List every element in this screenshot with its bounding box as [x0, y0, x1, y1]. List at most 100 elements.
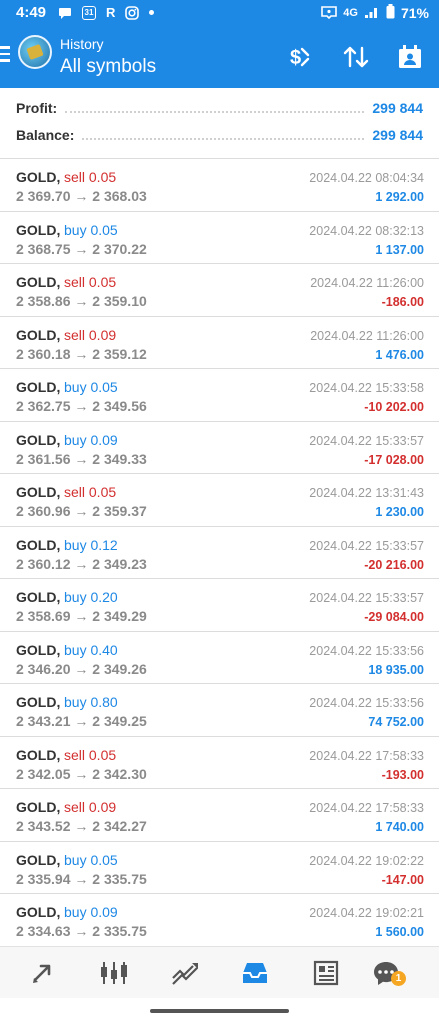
header-title[interactable]: All symbols [60, 56, 156, 78]
instagram-icon [125, 5, 140, 20]
notification-dot-icon [149, 10, 155, 15]
gesture-bar[interactable] [150, 1009, 289, 1013]
trade-prices: 2 346.20 → 2 349.26 [16, 660, 147, 677]
trade-side: buy 0.05 [64, 221, 118, 238]
trade-side: buy 0.40 [64, 641, 118, 658]
trade-side: sell 0.09 [64, 799, 117, 815]
trade-time: 2024.04.22 19:02:22 [309, 853, 424, 868]
profit-label: Profit: [16, 100, 58, 116]
profit-row: Profit: 299 844 [16, 97, 423, 119]
news-icon[interactable] [311, 959, 341, 987]
trade-time: 2024.04.22 08:32:13 [309, 223, 424, 238]
history-summary: Profit: 299 844 Balance: 299 844 [0, 88, 439, 158]
trade-profit: -20 216.00 [364, 557, 424, 572]
sort-icon[interactable] [342, 43, 370, 71]
trade-side: sell 0.05 [64, 274, 117, 290]
trade-row[interactable]: GOLD, buy 0.20 2 358.69 → 2 349.29 2024.04.… [0, 578, 439, 631]
chart-icon[interactable] [99, 959, 129, 987]
balance-value: 299 844 [372, 127, 423, 143]
trade-prices: 2 343.21 → 2 349.25 [16, 713, 147, 729]
trade-symbol: GOLD, [16, 169, 61, 185]
trade-time: 2024.04.22 08:04:34 [309, 171, 424, 185]
trade-prices: 2 361.56 → 2 349.33 [16, 450, 147, 467]
trade-prices: 2 368.75 → 2 370.22 [16, 240, 147, 257]
trade-row[interactable]: GOLD, sell 0.05 2 369.70 → 2 368.03 2024.04… [0, 158, 439, 211]
trade-row[interactable]: GOLD, buy 0.09 2 334.63 → 2 335.75 2024.04.… [0, 893, 439, 946]
trade-profit: -10 202.00 [364, 400, 424, 414]
trade-row[interactable]: GOLD, buy 0.05 2 368.75 → 2 370.22 2024.04.… [0, 210, 439, 264]
r-app-icon: R [106, 5, 116, 20]
header-subtitle: History [60, 36, 104, 52]
app-header: History All symbols $ [0, 26, 439, 88]
signal-icon [364, 5, 380, 22]
quotes-icon[interactable] [28, 959, 58, 987]
trade-time: 2024.04.22 19:02:21 [309, 906, 424, 920]
trade-side: buy 0.05 [64, 379, 118, 395]
trade-side: sell 0.05 [64, 484, 117, 500]
calendar-period-icon[interactable] [396, 43, 424, 71]
trade-symbol: GOLD, [16, 221, 61, 238]
profit-value: 299 844 [372, 100, 423, 116]
balance-row: Balance: 299 844 [16, 124, 423, 146]
trade-profit: -147.00 [381, 872, 424, 887]
trade-row[interactable]: GOLD, sell 0.05 2 342.05 → 2 342.30 2024.04… [0, 735, 439, 789]
menu-icon[interactable] [0, 46, 10, 62]
trade-side: sell 0.09 [64, 326, 117, 343]
trade-row[interactable]: GOLD, buy 0.40 2 346.20 → 2 349.26 2024.04.… [0, 630, 439, 684]
trade-prices: 2 343.52 → 2 342.27 [16, 818, 147, 834]
trade-profit: -17 028.00 [364, 452, 424, 467]
trade-row[interactable]: GOLD, buy 0.12 2 360.12 → 2 349.23 2024.04.… [0, 525, 439, 579]
trade-profit: -29 084.00 [364, 610, 424, 624]
trade-history-list: GOLD, sell 0.05 2 369.70 → 2 368.03 2024.04… [0, 158, 439, 946]
balance-label: Balance: [16, 127, 75, 143]
trade-prices: 2 369.70 → 2 368.03 [16, 188, 147, 204]
status-bar: 4:49 31 R 4G 71% [0, 0, 439, 26]
trade-symbol: GOLD, [16, 589, 61, 605]
chat-icon[interactable]: 1 [371, 959, 406, 987]
battery-icon [386, 4, 395, 22]
trade-prices: 2 358.69 → 2 349.29 [16, 608, 147, 624]
trade-prices: 2 335.94 → 2 335.75 [16, 870, 147, 887]
trade-symbol: GOLD, [16, 431, 61, 448]
trade-side: sell 0.05 [64, 746, 117, 763]
trade-symbol: GOLD, [16, 799, 61, 815]
chat-bubble-icon [58, 6, 72, 20]
trade-side: buy 0.20 [64, 589, 118, 605]
trade-profit: 1 230.00 [375, 505, 424, 519]
trade-symbol: GOLD, [16, 274, 61, 290]
trade-symbol: GOLD, [16, 379, 61, 395]
trade-row[interactable]: GOLD, sell 0.09 2 360.18 → 2 359.12 2024.04… [0, 315, 439, 369]
trade-profit: 1 292.00 [375, 190, 424, 204]
trade-prices: 2 362.75 → 2 349.56 [16, 398, 147, 414]
trade-time: 2024.04.22 15:33:57 [309, 591, 424, 605]
trade-row[interactable]: GOLD, sell 0.05 2 358.86 → 2 359.10 2024.04… [0, 263, 439, 316]
trade-time: 2024.04.22 17:58:33 [309, 748, 424, 763]
hotspot-icon [321, 5, 338, 22]
bottom-navigation: 1 [0, 946, 439, 998]
trade-profit: 1 137.00 [375, 242, 424, 257]
trade-time: 2024.04.22 15:33:57 [309, 538, 424, 553]
trade-prices: 2 342.05 → 2 342.30 [16, 765, 147, 782]
trade-profit: 74 752.00 [368, 715, 424, 729]
status-time: 4:49 [16, 4, 47, 21]
trade-row[interactable]: GOLD, buy 0.05 2 362.75 → 2 349.56 2024.04.… [0, 368, 439, 421]
dollar-filter-icon[interactable]: $ [286, 43, 314, 71]
battery-percent: 71% [400, 5, 429, 21]
trade-row[interactable]: GOLD, buy 0.05 2 335.94 → 2 335.75 2024.04.… [0, 840, 439, 894]
trade-symbol: GOLD, [16, 904, 61, 920]
svg-text:$: $ [290, 47, 301, 69]
trade-icon[interactable] [170, 959, 200, 987]
trade-row[interactable]: GOLD, buy 0.09 2 361.56 → 2 349.33 2024.04.… [0, 420, 439, 474]
trade-symbol: GOLD, [16, 851, 61, 868]
trade-row[interactable]: GOLD, sell 0.05 2 360.96 → 2 359.37 2024.04… [0, 473, 439, 526]
trade-row[interactable]: GOLD, buy 0.80 2 343.21 → 2 349.25 2024.04.… [0, 683, 439, 736]
trade-profit: -186.00 [381, 295, 424, 309]
calendar-icon: 31 [82, 5, 96, 20]
trade-prices: 2 360.96 → 2 359.37 [16, 503, 147, 519]
history-icon[interactable] [240, 959, 270, 987]
trade-time: 2024.04.22 15:33:56 [309, 643, 424, 658]
trade-side: buy 0.09 [64, 431, 118, 448]
trade-row[interactable]: GOLD, sell 0.09 2 343.52 → 2 342.27 2024.04… [0, 788, 439, 841]
trade-side: sell 0.05 [64, 169, 117, 185]
network-type: 4G [343, 7, 358, 19]
